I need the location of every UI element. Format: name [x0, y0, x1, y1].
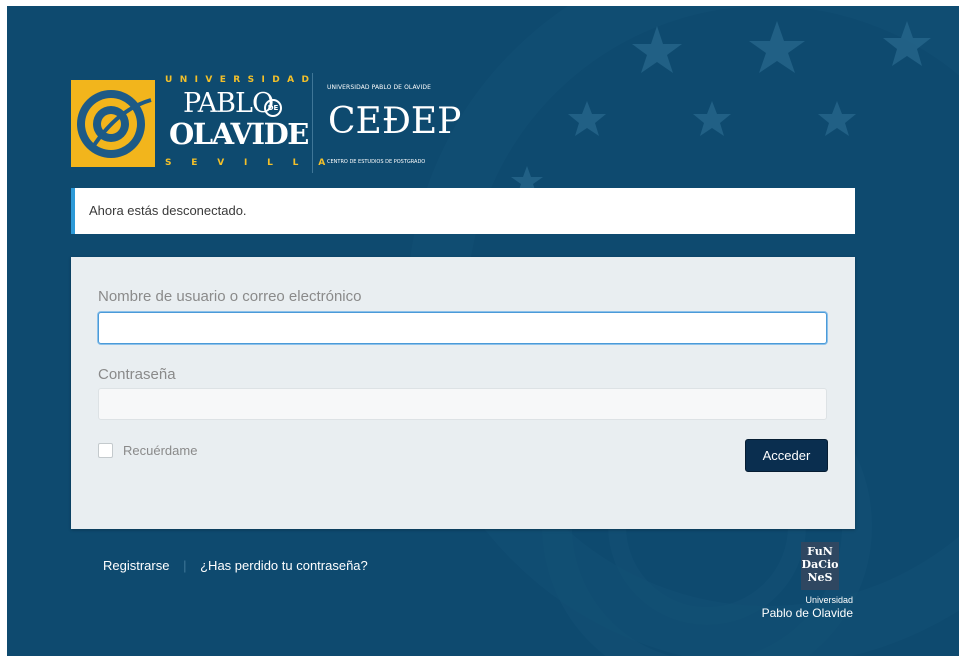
logo-divider — [312, 73, 313, 173]
login-page: UNIVERSIDAD PABLO DE OLAVIDE SEVILLA UNI… — [7, 6, 959, 656]
fundaciones-name-label: Pablo de Olavide — [761, 606, 853, 620]
remember-label: Recuérdame — [123, 443, 198, 458]
password-input[interactable] — [98, 388, 827, 420]
fundaciones-badge-line1: FuN — [807, 545, 833, 558]
username-input[interactable] — [98, 312, 827, 344]
login-nav: Registrarse | ¿Has perdido tu contraseña… — [103, 558, 368, 573]
fundaciones-university-label: Universidad — [805, 595, 853, 605]
login-form: Nombre de usuario o correo electrónico C… — [71, 257, 855, 529]
sevilla-label: SEVILLA — [165, 158, 345, 168]
password-label: Contraseña — [98, 366, 176, 383]
olavide-label: OLAVIDE — [169, 117, 309, 151]
username-label: Nombre de usuario o correo electrónico — [98, 288, 362, 305]
header-logos: UNIVERSIDAD PABLO DE OLAVIDE SEVILLA UNI… — [71, 73, 471, 173]
login-button[interactable]: Acceder — [745, 439, 828, 472]
pablo-label: PABLO — [183, 88, 274, 119]
de-badge: DE — [264, 99, 282, 117]
university-emblem — [71, 80, 155, 167]
university-label: UNIVERSIDAD — [165, 75, 317, 85]
logout-message: Ahora estás desconectado. — [71, 188, 855, 234]
fundaciones-badge: FuN DaCio NeS — [801, 542, 839, 590]
sun-emblem-icon — [77, 90, 152, 158]
fundaciones-badge-line3: NeS — [807, 571, 833, 584]
fundaciones-logo: FuN DaCio NeS Universidad Pablo de Olavi… — [737, 542, 857, 622]
cedep-university-label: UNIVERSIDAD PABLO DE OLAVIDE — [327, 84, 431, 91]
lost-password-link[interactable]: ¿Has perdido tu contraseña? — [200, 558, 368, 573]
fundaciones-badge-line2: DaCio — [801, 558, 839, 571]
cedep-subtitle: CENTRO DE ESTUDIOS DE POSTGRADO — [327, 159, 426, 165]
cedep-logo-text: CEÐEP — [328, 101, 462, 142]
nav-separator: | — [183, 558, 187, 573]
register-link[interactable]: Registrarse — [103, 558, 169, 573]
message-text: Ahora estás desconectado. — [89, 203, 247, 218]
remember-checkbox[interactable] — [98, 443, 113, 458]
remember-me[interactable]: Recuérdame — [98, 442, 197, 459]
